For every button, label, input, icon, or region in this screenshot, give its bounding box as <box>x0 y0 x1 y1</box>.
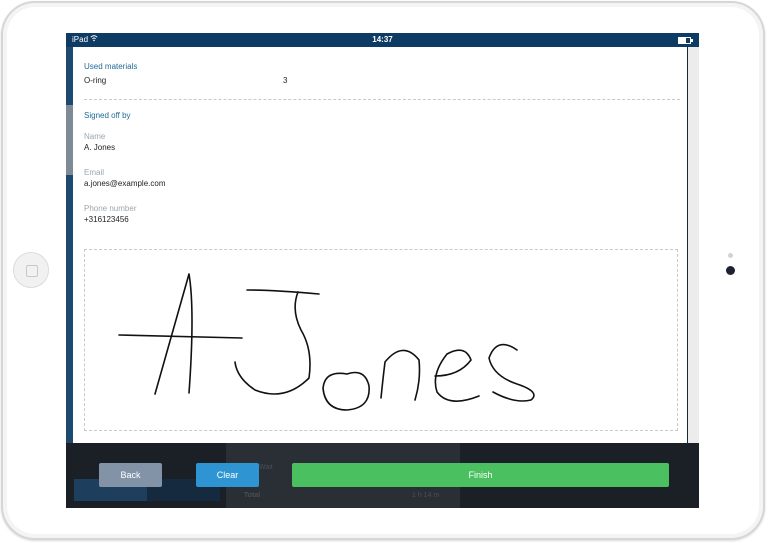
handwritten-signature <box>118 273 535 411</box>
name-value[interactable]: A. Jones <box>84 143 115 152</box>
camera-dot <box>726 266 735 275</box>
phone-label: Phone number <box>84 204 137 213</box>
used-materials-title: Used materials <box>84 62 138 71</box>
sensor-dot <box>728 253 733 258</box>
back-button[interactable]: Back <box>99 463 162 487</box>
email-label: Email <box>84 168 105 177</box>
clock: 14:37 <box>372 35 393 44</box>
clear-button[interactable]: Clear <box>196 463 259 487</box>
email-value[interactable]: a.jones@example.com <box>84 179 166 188</box>
phone-value[interactable]: +316123456 <box>84 215 129 224</box>
material-quantity: 3 <box>283 76 288 85</box>
status-bar: iPad 14:37 <box>66 33 699 47</box>
wait-label: Wait <box>259 464 273 471</box>
section-divider <box>84 99 680 100</box>
screen: iPad 14:37 Used materials O-ring 3 Signe… <box>66 33 699 508</box>
background-panel <box>688 47 699 457</box>
home-button[interactable] <box>13 252 49 288</box>
finish-button[interactable]: Finish <box>292 463 669 487</box>
signed-off-title: Signed off by <box>84 111 131 120</box>
total-value: 1 h 14 m <box>412 492 440 499</box>
signature-pad[interactable] <box>84 249 678 431</box>
battery-icon <box>678 37 693 44</box>
material-name: O-ring <box>84 76 107 85</box>
signoff-modal: Used materials O-ring 3 Signed off by Na… <box>73 47 687 443</box>
total-label: Total <box>244 492 261 499</box>
name-label: Name <box>84 132 106 141</box>
